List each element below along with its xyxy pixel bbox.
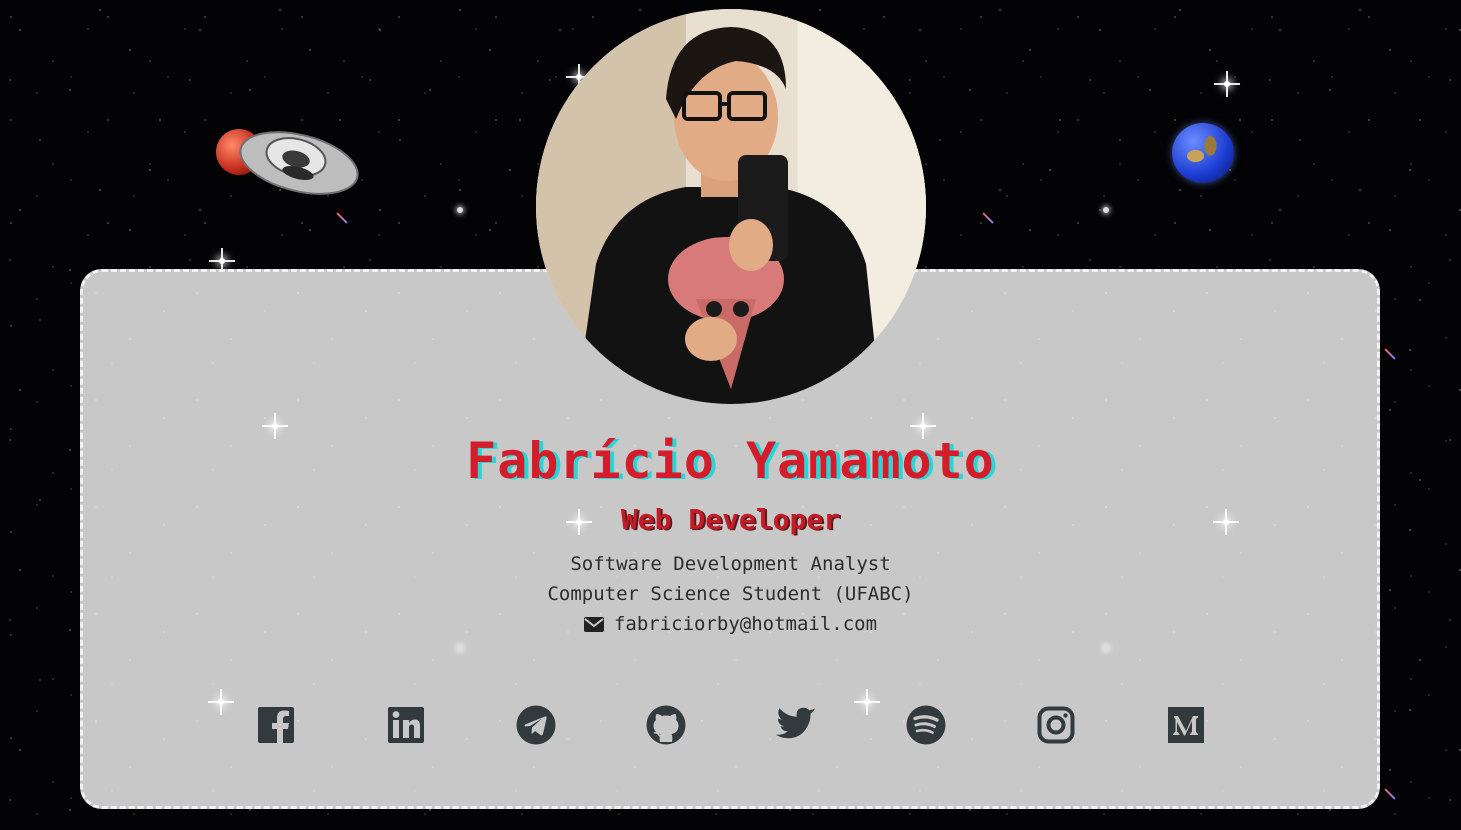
shooting-star-decoration	[336, 212, 348, 224]
shooting-star-decoration	[982, 212, 994, 224]
linkedin-link[interactable]	[384, 703, 428, 747]
star-decoration	[457, 207, 463, 213]
shooting-star-decoration	[1384, 788, 1396, 800]
profile-avatar	[536, 9, 926, 404]
instagram-icon	[1037, 706, 1075, 744]
facebook-icon	[258, 707, 294, 743]
social-links-bar	[0, 703, 1461, 747]
star-decoration	[1103, 645, 1109, 651]
profile-role: Web Developer	[620, 503, 841, 536]
sparkle-decoration	[1214, 71, 1240, 97]
profile-photo-icon	[536, 9, 926, 404]
instagram-link[interactable]	[1034, 703, 1078, 747]
spotify-icon	[906, 705, 946, 745]
envelope-icon	[583, 617, 604, 632]
profile-education: Computer Science Student (UFABC)	[547, 583, 914, 605]
github-icon	[646, 705, 686, 745]
shooting-star-decoration	[1384, 348, 1396, 360]
profile-job-title: Software Development Analyst	[570, 553, 891, 575]
telegram-icon	[516, 705, 556, 745]
star-decoration	[457, 645, 463, 651]
star-decoration	[1103, 207, 1109, 213]
twitter-link[interactable]	[774, 703, 818, 747]
facebook-link[interactable]	[254, 703, 298, 747]
spotify-link[interactable]	[904, 703, 948, 747]
medium-icon	[1168, 707, 1204, 743]
ufo-icon	[239, 131, 359, 195]
linkedin-icon	[388, 707, 424, 743]
earth-planet-icon	[1172, 123, 1234, 183]
github-link[interactable]	[644, 703, 688, 747]
telegram-link[interactable]	[514, 703, 558, 747]
profile-name: Fabrício Yamamoto	[466, 432, 995, 490]
twitter-icon	[776, 707, 816, 739]
email-row[interactable]: fabriciorby@hotmail.com	[0, 613, 1461, 635]
email-link[interactable]: fabriciorby@hotmail.com	[614, 613, 877, 635]
medium-link[interactable]	[1164, 703, 1208, 747]
